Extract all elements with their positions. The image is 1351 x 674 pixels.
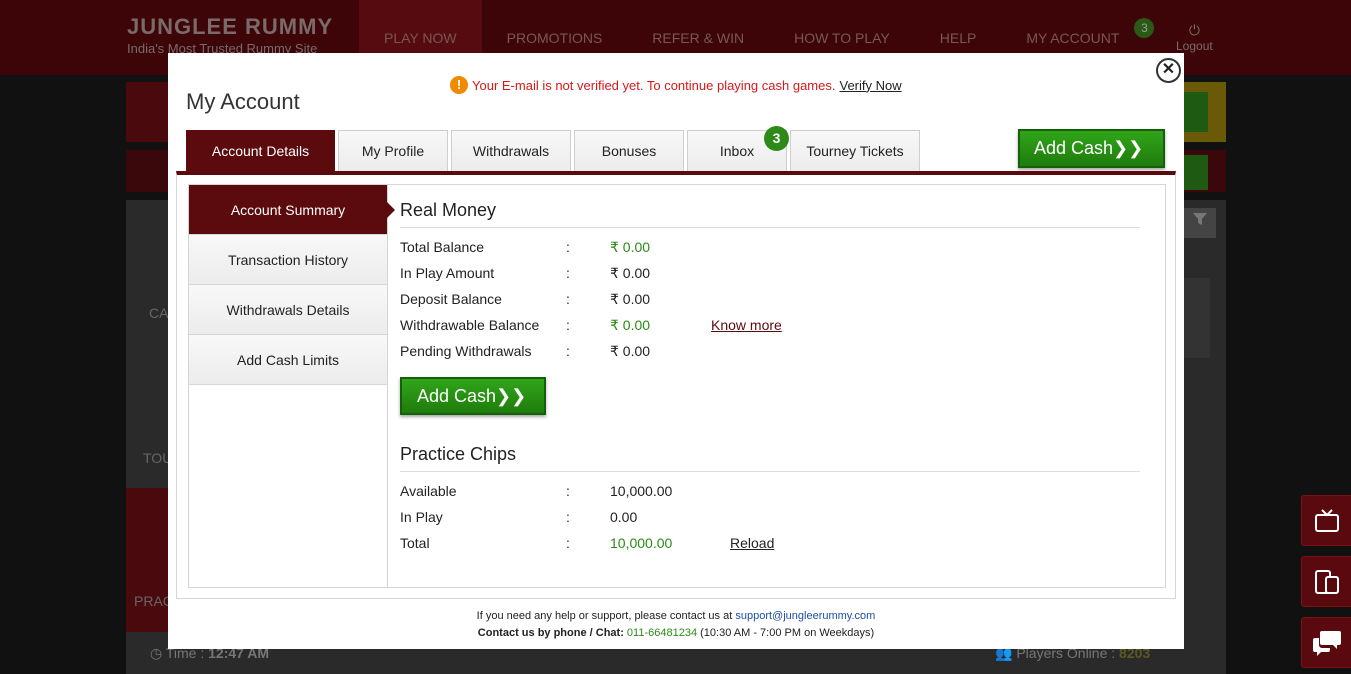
- modal-title: My Account: [186, 89, 300, 114]
- add-cash-button-top[interactable]: Add Cash❯❯: [1018, 129, 1165, 168]
- nav-withdrawals-details[interactable]: Withdrawals Details: [189, 285, 387, 335]
- tab-bonuses[interactable]: Bonuses: [574, 130, 684, 171]
- support-line: If you need any help or support, please …: [168, 608, 1184, 625]
- my-account-modal: ✕ My Account ! Your E-mail is not verifi…: [168, 53, 1184, 649]
- row-label: Total: [400, 535, 430, 551]
- support-email-link[interactable]: support@jungleerummy.com: [735, 610, 875, 622]
- nav-my-account-label: MY ACCOUNT: [1026, 30, 1120, 46]
- total-balance-row: Total Balance : ₹ 0.00: [400, 234, 1140, 260]
- row-label: Total Balance: [400, 239, 485, 255]
- real-money-title: Real Money: [400, 200, 1140, 228]
- verification-message: Your E-mail is not verified yet. To cont…: [472, 77, 836, 93]
- row-label: Pending Withdrawals: [400, 343, 532, 359]
- account-left-nav: Account Summary Transaction History With…: [189, 185, 395, 587]
- available-chips-row: Available : 10,000.00: [400, 478, 1140, 504]
- contact-line: Contact us by phone / Chat: 011-66481234…: [168, 625, 1184, 642]
- inbox-count-badge: 3: [764, 126, 789, 151]
- verify-now-link[interactable]: Verify Now: [839, 78, 901, 93]
- brand-name: JUNGLEE RUMMY: [127, 14, 334, 39]
- filter-icon[interactable]: [1184, 208, 1216, 238]
- chat-icon: [1312, 630, 1341, 656]
- power-icon: ⏻: [1188, 22, 1200, 38]
- tab-withdrawals[interactable]: Withdrawals: [451, 130, 571, 171]
- tab-inbox[interactable]: Inbox 3: [687, 126, 789, 171]
- nav-account-summary[interactable]: Account Summary: [189, 185, 395, 235]
- logout-label: Logout: [1176, 39, 1213, 53]
- reload-link[interactable]: Reload: [730, 535, 774, 551]
- row-separator: :: [566, 291, 570, 307]
- total-chips-value: 10,000.00: [610, 535, 673, 551]
- tab-tourney-tickets[interactable]: Tourney Tickets: [790, 130, 920, 171]
- account-details-panel: Account Summary Transaction History With…: [188, 184, 1166, 588]
- row-label: In Play: [400, 509, 443, 525]
- in-play-chips-row: In Play : 0.00: [400, 504, 1140, 530]
- logo[interactable]: JUNGLEE RUMMY India's Most Trusted Rummy…: [127, 14, 333, 56]
- mobile-app-button[interactable]: [1301, 556, 1351, 607]
- tab-my-profile[interactable]: My Profile: [338, 130, 448, 171]
- deposit-balance-row: Deposit Balance : ₹ 0.00: [400, 286, 1140, 312]
- email-verification-notice: ! Your E-mail is not verified yet. To co…: [450, 76, 902, 94]
- available-chips-value: 10,000.00: [610, 483, 673, 499]
- tab-content-frame: Account Summary Transaction History With…: [176, 171, 1176, 599]
- practice-chips-section: Practice Chips Available : 10,000.00 In …: [400, 444, 1140, 556]
- know-more-link[interactable]: Know more: [711, 317, 782, 333]
- row-separator: :: [566, 509, 570, 525]
- real-money-section: Real Money Total Balance : ₹ 0.00 In Pla…: [400, 200, 1140, 415]
- add-cash-button[interactable]: Add Cash❯❯: [400, 377, 546, 415]
- row-separator: :: [566, 343, 570, 359]
- nav-add-cash-limits[interactable]: Add Cash Limits: [189, 335, 387, 385]
- warning-icon: !: [450, 76, 468, 94]
- nav-transaction-history[interactable]: Transaction History: [189, 235, 387, 285]
- background-label-ca: CA: [149, 305, 169, 321]
- row-separator: :: [566, 483, 570, 499]
- withdrawable-balance-value: ₹ 0.00: [610, 316, 651, 333]
- pending-withdrawals-row: Pending Withdrawals : ₹ 0.00: [400, 338, 1140, 364]
- in-play-chips-value: 0.00: [610, 509, 638, 525]
- contact-label: Contact us by phone / Chat:: [477, 627, 624, 639]
- account-notification-badge: 3: [1134, 18, 1155, 38]
- row-separator: :: [566, 317, 570, 333]
- account-tabs: Account Details My Profile Withdrawals B…: [186, 126, 923, 171]
- support-footer: If you need any help or support, please …: [168, 608, 1184, 642]
- pending-withdrawals-value: ₹ 0.00: [610, 342, 651, 359]
- tab-account-details[interactable]: Account Details: [186, 130, 335, 171]
- support-hours: (10:30 AM - 7:00 PM on Weekdays): [700, 627, 875, 639]
- tv-button[interactable]: [1301, 495, 1351, 546]
- deposit-balance-value: ₹ 0.00: [610, 290, 651, 307]
- row-separator: :: [566, 265, 570, 281]
- support-phone: 011-66481234: [626, 627, 698, 639]
- row-label: Deposit Balance: [400, 291, 502, 307]
- in-play-amount-row: In Play Amount : ₹ 0.00: [400, 260, 1140, 286]
- in-play-amount-value: ₹ 0.00: [610, 264, 651, 281]
- row-label: In Play Amount: [400, 265, 495, 281]
- tv-icon: [1314, 508, 1339, 532]
- total-balance-value: ₹ 0.00: [610, 238, 651, 255]
- practice-chips-title: Practice Chips: [400, 444, 1140, 472]
- mobile-icon: [1314, 569, 1339, 594]
- chat-button[interactable]: [1301, 617, 1351, 668]
- logout-button[interactable]: ⏻ Logout: [1176, 22, 1213, 53]
- close-icon[interactable]: ✕: [1156, 58, 1181, 83]
- withdrawable-balance-row: Withdrawable Balance : ₹ 0.00 Know more: [400, 312, 1140, 338]
- row-separator: :: [566, 239, 570, 255]
- clock-icon: ◷: [150, 645, 163, 661]
- row-label: Withdrawable Balance: [400, 317, 540, 333]
- background-side-tab: [126, 488, 170, 632]
- support-text: If you need any help or support, please …: [476, 610, 733, 622]
- row-label: Available: [400, 483, 457, 499]
- row-separator: :: [566, 535, 570, 551]
- tab-inbox-label: Inbox: [719, 143, 755, 159]
- total-chips-row: Total : 10,000.00 Reload: [400, 530, 1140, 556]
